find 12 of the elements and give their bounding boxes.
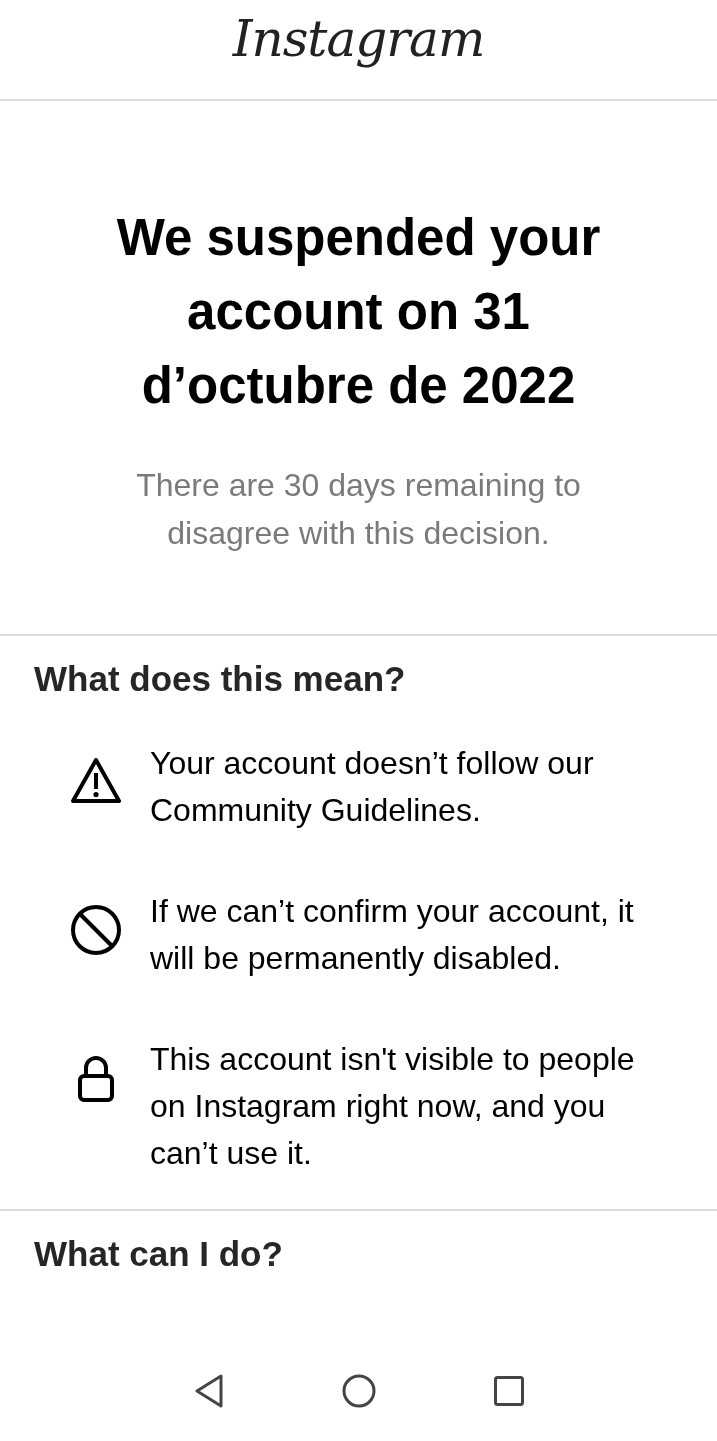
notice-subtitle: There are 30 days remaining to disagree with this decision. [135,466,582,553]
blocked-icon [70,904,122,956]
reason-text: This account isn't visible to people on Instagram right now, and you can’t use it. [150,1040,636,1173]
back-icon[interactable] [193,1374,224,1408]
recents-icon[interactable] [493,1376,524,1406]
reason-text: Your account doesn’t follow our Community Guidelines. [150,744,595,830]
section-heading: What can I do? [34,1233,284,1275]
home-icon[interactable] [341,1374,376,1408]
reason-text: If we can’t confirm your account, it will be permanently disabled. [150,892,635,978]
notice-title: We suspended your account on 31 d’octubre de 2022 [115,208,602,416]
section-heading: What does this mean? [34,658,407,700]
warning-icon [70,756,122,804]
